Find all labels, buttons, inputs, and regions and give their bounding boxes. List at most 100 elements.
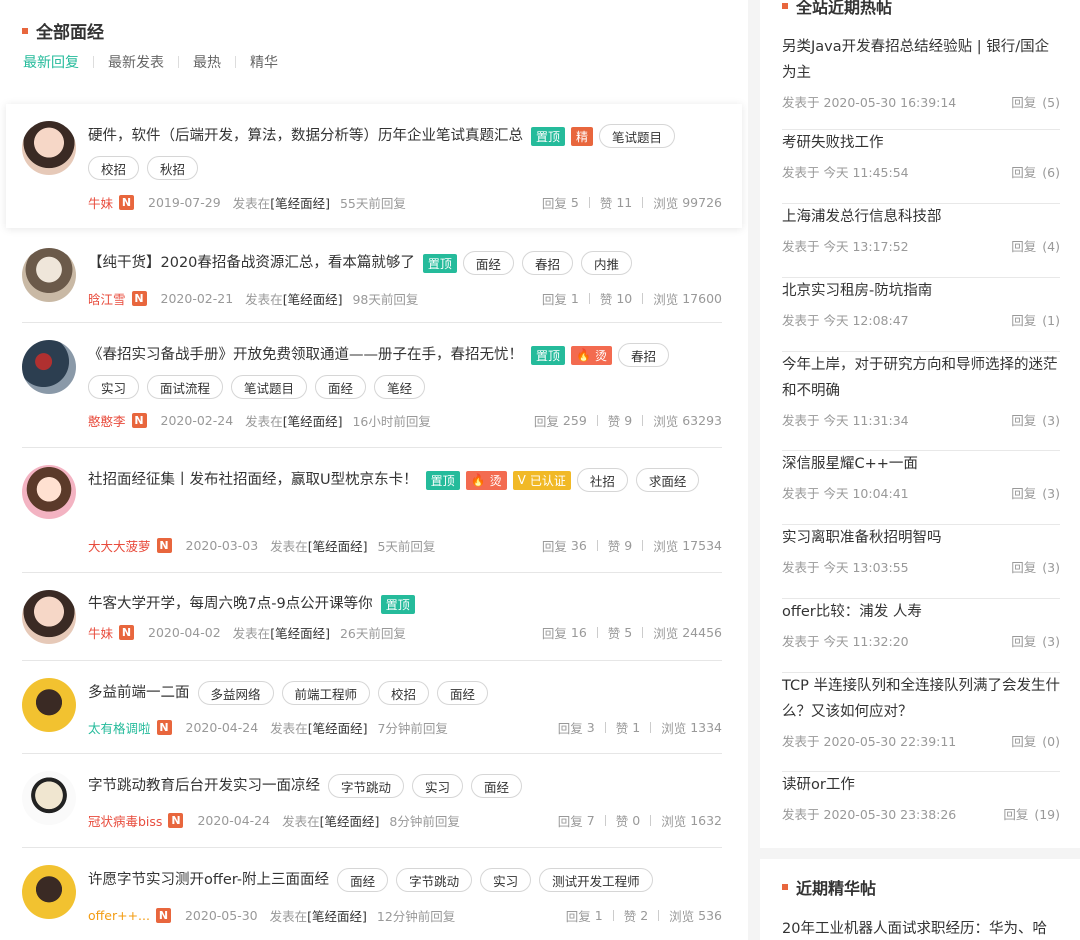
- post-tag[interactable]: 面经: [462, 251, 514, 275]
- post-tag[interactable]: 社招: [576, 468, 628, 492]
- post-tag[interactable]: 实习: [480, 868, 532, 892]
- board-link[interactable]: [笔经面经]: [283, 411, 343, 430]
- board-link[interactable]: [笔经面经]: [308, 536, 368, 555]
- post-title[interactable]: 【纯干货】2020春招备战资源汇总，看本篇就够了: [88, 252, 415, 274]
- post-tag[interactable]: 实习: [412, 774, 464, 798]
- hot-post-item[interactable]: 今年上岸，对于研究方向和导师选择的迷茫和不明确 发表于 今天 11:31:34 回复…: [782, 352, 1060, 451]
- post-title[interactable]: 社招面经征集丨发布社招面经，赢取U型枕京东卡！: [88, 469, 418, 491]
- post-tag[interactable]: 内推: [580, 251, 632, 275]
- post-tag[interactable]: 测试开发工程师: [539, 868, 653, 892]
- post-tag[interactable]: 笔试题目: [599, 124, 676, 148]
- board-link[interactable]: [笔经面经]: [270, 193, 330, 212]
- post-tag[interactable]: 春招: [521, 251, 573, 275]
- avatar[interactable]: [22, 590, 76, 644]
- post-tag[interactable]: 校招: [378, 681, 430, 705]
- avatar[interactable]: [22, 340, 76, 394]
- author-name[interactable]: 牛妹: [88, 623, 113, 642]
- author-name[interactable]: offer++...: [88, 908, 150, 923]
- post-tag[interactable]: 前端工程师: [281, 681, 371, 705]
- post-item[interactable]: 【纯干货】2020春招备战资源汇总，看本篇就够了 置顶 面经 春招 内推 晗江雪 N 2020…: [22, 231, 722, 323]
- hot-post-item[interactable]: 深信服星耀C++一面 发表于 今天 10:04:41 回复 (3): [782, 451, 1060, 525]
- hot-post-item[interactable]: 上海浦发总行信息科技部 发表于 今天 13:17:52 回复 (4): [782, 204, 1060, 278]
- post-tag[interactable]: 春招: [617, 343, 669, 367]
- hot-post-title[interactable]: 读研or工作: [782, 772, 1060, 798]
- avatar[interactable]: [22, 678, 76, 732]
- sort-tab-essence[interactable]: 精华: [250, 52, 278, 72]
- hot-post-title[interactable]: TCP 半连接队列和全连接队列满了会发生什么？又该如何应对？: [782, 673, 1060, 725]
- post-tag[interactable]: 字节跳动: [396, 868, 473, 892]
- post-item[interactable]: 社招面经征集丨发布社招面经，赢取U型枕京东卡！ 置顶 🔥 烫 V 已认证 社招 求面经 大大大菠…: [22, 448, 722, 573]
- hot-post-title[interactable]: 上海浦发总行信息科技部: [782, 204, 1060, 230]
- author-name[interactable]: 太有格调啦: [88, 718, 151, 737]
- post-tag[interactable]: 笔经: [374, 375, 426, 399]
- hot-post-replies: (0): [1042, 734, 1060, 749]
- post-title[interactable]: 硬件，软件（后端开发，算法，数据分析等）历年企业笔试真题汇总: [88, 125, 523, 147]
- post-tag[interactable]: 求面经: [635, 468, 700, 492]
- hot-post-title[interactable]: 实习离职准备秋招明智吗: [782, 525, 1060, 551]
- hot-post-title[interactable]: 今年上岸，对于研究方向和导师选择的迷茫和不明确: [782, 352, 1060, 404]
- essence-item-title[interactable]: 20年工业机器人面试求职经历：华为、哈: [782, 917, 1047, 938]
- hot-post-item[interactable]: 北京实习租房-防坑指南 发表于 今天 12:08:47 回复 (1): [782, 278, 1060, 352]
- post-body: 牛客大学开学，每周六晚7点-9点公开课等你 置顶: [88, 593, 722, 615]
- author-name[interactable]: 大大大菠萝: [88, 536, 151, 555]
- post-tag[interactable]: 校招: [88, 156, 140, 180]
- post-tag[interactable]: 实习: [88, 375, 140, 399]
- hot-post-title[interactable]: 北京实习租房-防坑指南: [782, 278, 1060, 304]
- sort-tab-latest-post[interactable]: 最新发表: [108, 52, 164, 72]
- post-title-line: 硬件，软件（后端开发，算法，数据分析等）历年企业笔试真题汇总 置顶精笔试题目 校招秋…: [88, 124, 722, 180]
- post-meta: 太有格调啦 N 2020-04-24 发表在 [笔经面经] 7分钟前回复 回复 3 赞 1 浏览…: [88, 718, 722, 737]
- post-title[interactable]: 《春招实习备战手册》开放免费领取通道——册子在手，春招无忧！: [88, 344, 523, 366]
- post-title[interactable]: 许愿字节实习测开offer-附上三面面经: [88, 869, 329, 891]
- post-tag[interactable]: 面经: [471, 774, 523, 798]
- avatar[interactable]: [22, 121, 76, 175]
- post-title[interactable]: 多益前端一二面: [88, 682, 190, 704]
- post-tag[interactable]: 面经: [315, 375, 367, 399]
- post-item[interactable]: 《春招实习备战手册》开放免费领取通道——册子在手，春招无忧！ 置顶 🔥 烫春招 实习 面试…: [22, 323, 722, 448]
- post-item[interactable]: 牛客大学开学，每周六晚7点-9点公开课等你 置顶 牛妹 N 2020-04-02 发表在[…: [22, 573, 722, 661]
- post-tag[interactable]: 秋招: [147, 156, 199, 180]
- post-tag[interactable]: 多益网络: [197, 681, 274, 705]
- author-name[interactable]: 晗江雪: [88, 289, 126, 308]
- author-name[interactable]: 牛妹: [88, 193, 113, 212]
- hot-post-item[interactable]: TCP 半连接队列和全连接队列满了会发生什么？又该如何应对？ 发表于 2020-0…: [782, 673, 1060, 772]
- hot-post-title[interactable]: offer比较：浦发 人寿: [782, 599, 1060, 625]
- hot-post-title[interactable]: 考研失败找工作: [782, 130, 1060, 156]
- board-link[interactable]: [笔经面经]: [270, 623, 330, 642]
- hot-post-time-wrap: 发表于 今天 11:32:20: [782, 631, 909, 650]
- hot-post-item[interactable]: 读研or工作 发表于 2020-05-30 23:38:26 回复 (19): [782, 772, 1060, 846]
- author-name[interactable]: 冠状病毒biss: [88, 811, 162, 830]
- post-item[interactable]: 许愿字节实习测开offer-附上三面面经 面经 字节跳动 实习 测试开发工程师 offer…: [22, 848, 722, 940]
- hot-post-title[interactable]: 深信服星耀C++一面: [782, 451, 1060, 477]
- hot-post-item[interactable]: 考研失败找工作 发表于 今天 11:45:54 回复 (6): [782, 130, 1060, 204]
- sort-tab-hottest[interactable]: 最热: [193, 52, 221, 72]
- hot-post-title[interactable]: 另类Java开发春招总结经验贴 | 银行/国企为主: [782, 34, 1060, 86]
- post-item[interactable]: 多益前端一二面 多益网络 前端工程师 校招 面经太有格调啦 N 2020-04-24 发表在[…: [22, 661, 722, 754]
- hot-post-replies: (3): [1042, 413, 1060, 428]
- post-tag[interactable]: 面经: [337, 868, 389, 892]
- post-tag[interactable]: 字节跳动: [328, 774, 405, 798]
- post-tag[interactable]: 面经: [437, 681, 489, 705]
- avatar[interactable]: [22, 771, 76, 825]
- avatar[interactable]: [22, 248, 76, 302]
- hot-post-item[interactable]: 实习离职准备秋招明智吗 发表于 今天 13:03:55 回复 (3): [782, 525, 1060, 599]
- sort-tab-latest-reply[interactable]: 最新回复: [23, 52, 79, 72]
- hot-post-time-wrap: 发表于 2020-05-30 23:38:26: [782, 804, 956, 823]
- avatar[interactable]: [22, 465, 76, 519]
- author-name[interactable]: 憨憨李: [88, 411, 126, 430]
- post-badge-top: 置顶: [425, 470, 460, 490]
- post-item[interactable]: 硬件，软件（后端开发，算法，数据分析等）历年企业笔试真题汇总 置顶精笔试题目 校招秋…: [6, 104, 742, 228]
- board-link[interactable]: [笔经面经]: [283, 289, 343, 308]
- post-title[interactable]: 字节跳动教育后台开发实习一面凉经: [88, 775, 320, 797]
- board-link[interactable]: [笔经面经]: [307, 906, 367, 925]
- board-link[interactable]: [笔经面经]: [320, 811, 380, 830]
- avatar[interactable]: [22, 865, 76, 919]
- post-title[interactable]: 牛客大学开学，每周六晚7点-9点公开课等你: [88, 593, 373, 615]
- post-tag[interactable]: 笔试题目: [231, 375, 308, 399]
- reply-label: 回复: [1011, 239, 1037, 254]
- hot-post-replies: (3): [1042, 560, 1060, 575]
- post-item[interactable]: 字节跳动教育后台开发实习一面凉经 字节跳动 实习 面经 冠状病毒biss N 2020-04…: [22, 754, 722, 848]
- hot-post-item[interactable]: 另类Java开发春招总结经验贴 | 银行/国企为主 发表于 2020-05-30 …: [782, 34, 1060, 130]
- post-tag[interactable]: 面试流程: [147, 375, 224, 399]
- hot-post-item[interactable]: offer比较：浦发 人寿 发表于 今天 11:32:20 回复 (3): [782, 599, 1060, 673]
- board-link[interactable]: [笔经面经]: [308, 718, 368, 737]
